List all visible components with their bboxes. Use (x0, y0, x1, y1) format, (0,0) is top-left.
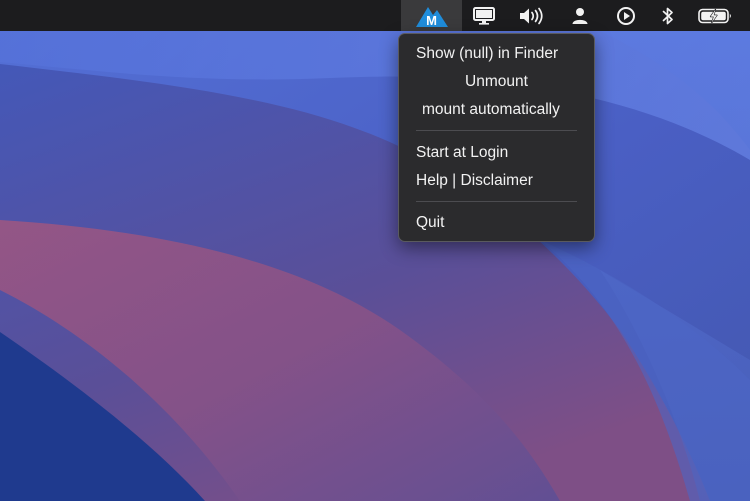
menu-item-unmount[interactable]: Unmount (404, 70, 589, 94)
now-playing-menu-extra[interactable] (610, 0, 642, 31)
svg-text:M: M (426, 13, 437, 28)
menu-separator (416, 130, 577, 131)
bluetooth-menu-extra[interactable] (654, 0, 682, 31)
menu-item-label: Start at Login (416, 144, 509, 161)
volume-menu-extra[interactable] (514, 0, 550, 31)
play-circle-icon (617, 6, 635, 25)
display-menu-extra[interactable] (468, 0, 500, 31)
bluetooth-icon (662, 7, 673, 24)
display-icon (473, 6, 495, 25)
user-icon (572, 7, 588, 24)
volume-icon (520, 7, 543, 24)
menu-bar: M (0, 0, 750, 31)
menu-item-show-in-finder[interactable]: Show (null) in Finder (404, 42, 589, 66)
menu-item-quit[interactable]: Quit (404, 211, 589, 235)
menu-item-label: Show (null) in Finder (416, 45, 559, 62)
user-menu-extra[interactable] (566, 0, 594, 31)
app-menu-extra[interactable]: M (401, 0, 462, 31)
menu-item-mount-automatically[interactable]: mount automatically (404, 98, 589, 122)
mountain-m-icon: M (415, 6, 448, 28)
app-dropdown-menu: Show (null) in Finder Unmount mount auto… (398, 33, 595, 242)
menu-item-label: Help | Disclaimer (416, 172, 533, 189)
menu-item-label: Unmount (465, 73, 528, 90)
battery-menu-extra[interactable] (695, 0, 737, 31)
menu-item-start-at-login[interactable]: Start at Login (404, 141, 589, 165)
menu-separator (416, 201, 577, 202)
menu-item-label: mount automatically (422, 101, 560, 118)
desktop: M Show (null) in Finder Unmount mount au… (0, 0, 750, 501)
menu-item-help-disclaimer[interactable]: Help | Disclaimer (404, 169, 589, 193)
battery-charging-icon (698, 8, 731, 23)
wallpaper (0, 0, 750, 501)
menu-item-label: Quit (416, 214, 445, 231)
